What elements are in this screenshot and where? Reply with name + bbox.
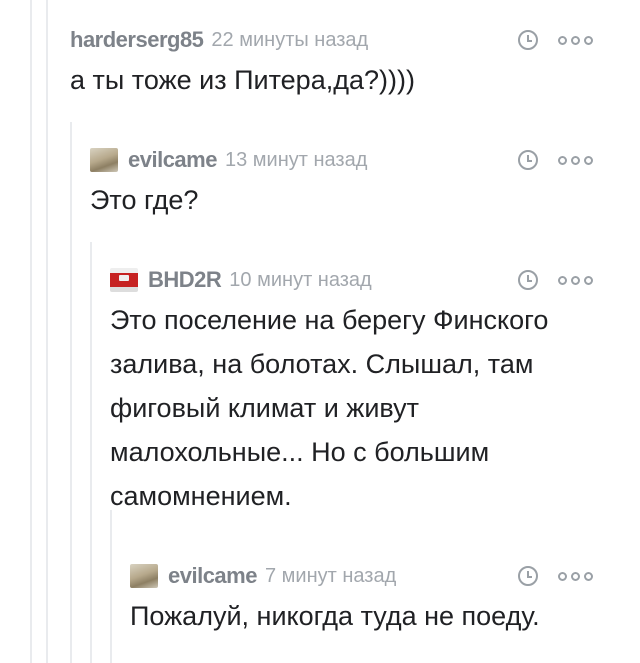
clock-icon[interactable] <box>518 150 538 170</box>
more-options-icon[interactable] <box>558 571 597 581</box>
comment-username[interactable]: evilcame <box>168 563 257 589</box>
comment-actions <box>518 562 597 590</box>
comment-time[interactable]: 7 минут назад <box>265 565 396 588</box>
thread-line-level-2[interactable] <box>70 122 72 663</box>
more-options-icon[interactable] <box>558 155 597 165</box>
comment: BHD2R 10 минут назад Это поселение на бе… <box>110 266 610 518</box>
comment: evilcame 7 минут назад Пожалуй, никогда … <box>130 562 610 638</box>
more-options-icon[interactable] <box>558 35 597 45</box>
comment-username[interactable]: evilcame <box>128 147 217 173</box>
thread-line-level-3[interactable] <box>90 242 92 663</box>
clock-icon[interactable] <box>518 566 538 586</box>
clock-icon[interactable] <box>518 270 538 290</box>
user-avatar-icon[interactable] <box>90 148 118 172</box>
thread-line-level-1[interactable] <box>46 0 48 663</box>
comment-username[interactable]: harderserg85 <box>70 27 204 53</box>
thread-line-level-0[interactable] <box>30 0 32 663</box>
comment-text: Это поселение на берегу Финского залива,… <box>110 305 549 511</box>
comment-time[interactable]: 22 минуты назад <box>211 29 368 52</box>
comment-time[interactable]: 13 минут назад <box>225 149 367 172</box>
thread-line-level-4[interactable] <box>110 510 112 663</box>
comment-text: а ты тоже из Питера,да?)))) <box>70 65 415 95</box>
user-avatar-icon[interactable] <box>110 268 138 292</box>
comment-time[interactable]: 10 минут назад <box>229 269 371 292</box>
clock-icon[interactable] <box>518 30 538 50</box>
comment-actions <box>518 26 597 54</box>
comment-actions <box>518 266 597 294</box>
comment: harderserg85 22 минуты назад а ты тоже и… <box>70 26 610 102</box>
user-avatar-icon[interactable] <box>130 564 158 588</box>
comment-text: Это где? <box>90 185 199 215</box>
comment: evilcame 13 минут назад Это где? <box>90 146 610 222</box>
comment-text: Пожалуй, никогда туда не поеду. <box>130 601 540 631</box>
more-options-icon[interactable] <box>558 275 597 285</box>
comment-username[interactable]: BHD2R <box>148 267 222 293</box>
comment-actions <box>518 146 597 174</box>
